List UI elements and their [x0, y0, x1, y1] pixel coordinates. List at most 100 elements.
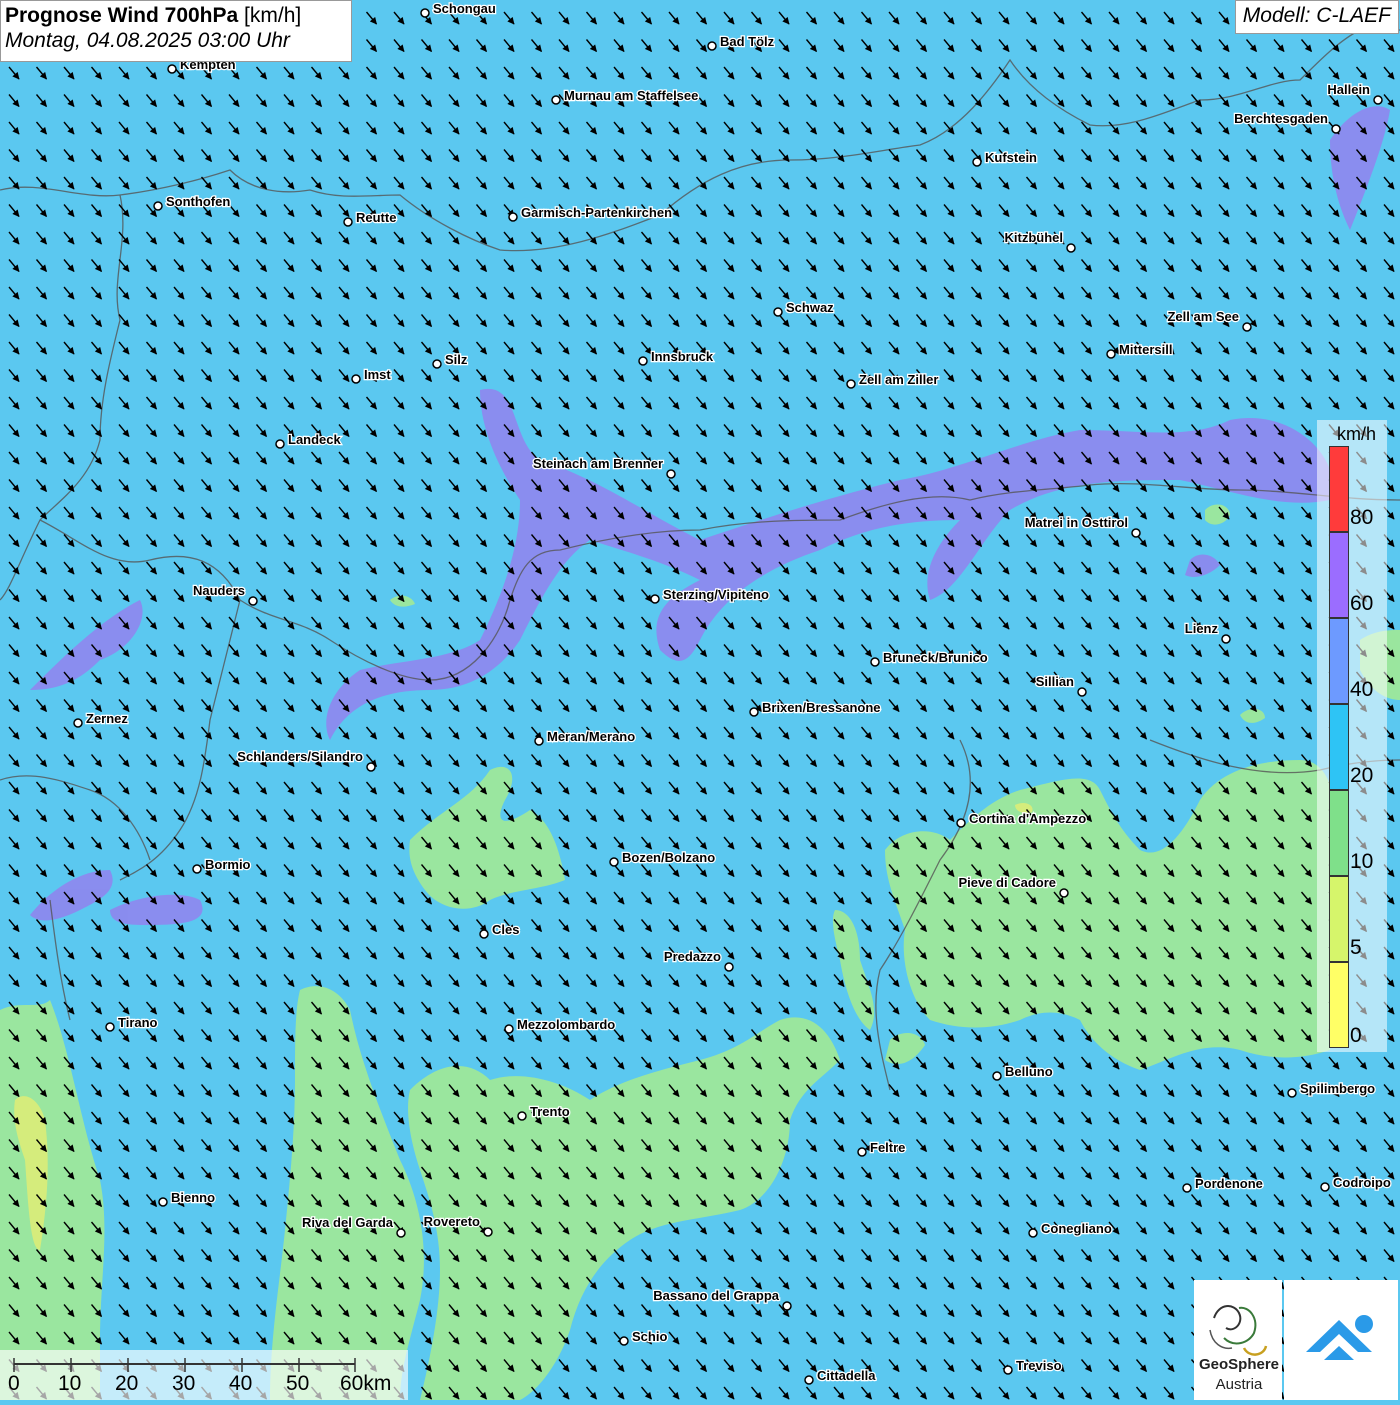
city-label: Pordenone: [1182, 1175, 1264, 1193]
circle-marker-icon: [956, 818, 966, 828]
city-name: Schongau: [433, 1, 496, 16]
circle-marker-icon: [167, 64, 177, 74]
legend-color-segment: [1329, 876, 1349, 962]
circle-marker-icon: [804, 1375, 814, 1385]
circle-marker-icon: [1066, 243, 1076, 253]
legend-color-segment: [1329, 532, 1349, 618]
city-name: Spilimbergo: [1300, 1081, 1375, 1096]
legend-color-segment: [1329, 962, 1349, 1048]
legend-color-segment: [1329, 618, 1349, 704]
geosphere-name: GeoSphere: [1198, 1356, 1280, 1373]
city-name: Schlanders/Silandro: [237, 749, 363, 764]
mountain-cloud-icon: [1306, 1315, 1373, 1360]
legend-color-segment: [1329, 446, 1349, 532]
city-name: Pordenone: [1195, 1176, 1263, 1191]
city-name: Rovereto: [424, 1214, 480, 1229]
map-title: Prognose Wind 700hPa [km/h]: [5, 4, 347, 28]
legend-label: 0: [1350, 1024, 1362, 1047]
wind-map: SchongauBad TölzKemptenMurnau am Staffel…: [0, 0, 1400, 1400]
city-name: Silz: [445, 352, 468, 367]
circle-marker-icon: [619, 1336, 629, 1346]
circle-marker-icon: [551, 95, 561, 105]
circle-marker-icon: [73, 718, 83, 728]
scale-label: 10: [58, 1372, 82, 1395]
city-name: Zell am See: [1167, 309, 1239, 324]
circle-marker-icon: [248, 596, 258, 606]
circle-marker-icon: [534, 736, 544, 746]
model-label: Modell: C-LAEF: [1234, 0, 1399, 34]
circle-marker-icon: [275, 439, 285, 449]
circle-marker-icon: [479, 929, 489, 939]
scale-label: 20: [115, 1372, 139, 1395]
city-name: Kitzbühel: [1005, 230, 1064, 245]
city-label: Spilimbergo: [1287, 1080, 1376, 1098]
circle-marker-icon: [1221, 634, 1231, 644]
circle-marker-icon: [650, 594, 660, 604]
city-label: Sonthofen: [153, 193, 232, 211]
city-name: Cittadella: [817, 1368, 876, 1383]
circle-marker-icon: [192, 864, 202, 874]
title-main: Prognose Wind 700hPa: [5, 4, 239, 27]
city-name: Brixen/Bressanone: [762, 700, 881, 715]
city-name: Sonthofen: [166, 194, 230, 209]
circle-marker-icon: [483, 1227, 493, 1237]
city-name: Cles: [492, 922, 519, 937]
city-name: Bruneck/Brunico: [883, 650, 988, 665]
city-name: Zell am Ziller: [859, 372, 938, 387]
legend-label: 5: [1350, 936, 1362, 959]
city-label: Innsbruck: [638, 348, 715, 366]
city-name: Sterzing/Vipiteno: [663, 587, 769, 602]
legend-label: 20: [1350, 764, 1374, 787]
city-name: Kufstein: [985, 150, 1037, 165]
city-label: Meran/Merano: [534, 728, 636, 746]
circle-marker-icon: [666, 469, 676, 479]
circle-marker-icon: [1331, 124, 1341, 134]
scale-label: 0: [8, 1372, 20, 1395]
city-name: Bienno: [171, 1190, 215, 1205]
city-name: Nauders: [193, 583, 245, 598]
city-name: Schio: [632, 1329, 667, 1344]
circle-marker-icon: [1106, 349, 1116, 359]
scale-label: 40: [229, 1372, 253, 1395]
circle-marker-icon: [724, 962, 734, 972]
legend-unit: km/h: [1337, 424, 1377, 444]
circle-marker-icon: [1373, 95, 1383, 105]
circle-marker-icon: [158, 1197, 168, 1207]
scale-label: 50: [286, 1372, 310, 1395]
circle-marker-icon: [153, 201, 163, 211]
city-name: Predazzo: [664, 949, 721, 964]
geosphere-country: Austria: [1215, 1376, 1263, 1393]
legend-color-segment: [1329, 790, 1349, 876]
circle-marker-icon: [972, 157, 982, 167]
title-box: Prognose Wind 700hPa [km/h] Montag, 04.0…: [0, 0, 352, 62]
city-name: Mezzolombardo: [517, 1017, 615, 1032]
city-name: Hallein: [1327, 82, 1370, 97]
city-name: Treviso: [1016, 1358, 1062, 1373]
city-name: Tirano: [118, 1015, 158, 1030]
circle-marker-icon: [504, 1024, 514, 1034]
circle-marker-icon: [432, 359, 442, 369]
circle-marker-icon: [105, 1022, 115, 1032]
circle-marker-icon: [1059, 888, 1069, 898]
city-name: Landeck: [288, 432, 342, 447]
circle-marker-icon: [992, 1071, 1002, 1081]
legend-label: 40: [1350, 678, 1374, 701]
circle-marker-icon: [749, 707, 759, 717]
circle-marker-icon: [846, 379, 856, 389]
forecast-datetime: Montag, 04.08.2025 03:00 Uhr: [5, 29, 290, 52]
city-name: Matrei in Osttirol: [1025, 515, 1128, 530]
city-label: Bozen/Bolzano: [609, 849, 716, 867]
circle-marker-icon: [420, 8, 430, 18]
circle-marker-icon: [396, 1228, 406, 1238]
city-label: Conegliano: [1028, 1220, 1113, 1238]
circle-marker-icon: [343, 217, 353, 227]
city-label: Brixen/Bressanone: [749, 699, 882, 717]
city-name: Feltre: [870, 1140, 905, 1155]
circle-marker-icon: [366, 762, 376, 772]
city-label: Murnau am Staffelsee: [551, 87, 700, 105]
city-name: Murnau am Staffelsee: [564, 88, 698, 103]
city-name: Bozen/Bolzano: [622, 850, 715, 865]
app-logo: [1284, 1280, 1398, 1400]
city-name: Bad Tölz: [720, 34, 775, 49]
city-name: Codroipo: [1333, 1175, 1391, 1190]
